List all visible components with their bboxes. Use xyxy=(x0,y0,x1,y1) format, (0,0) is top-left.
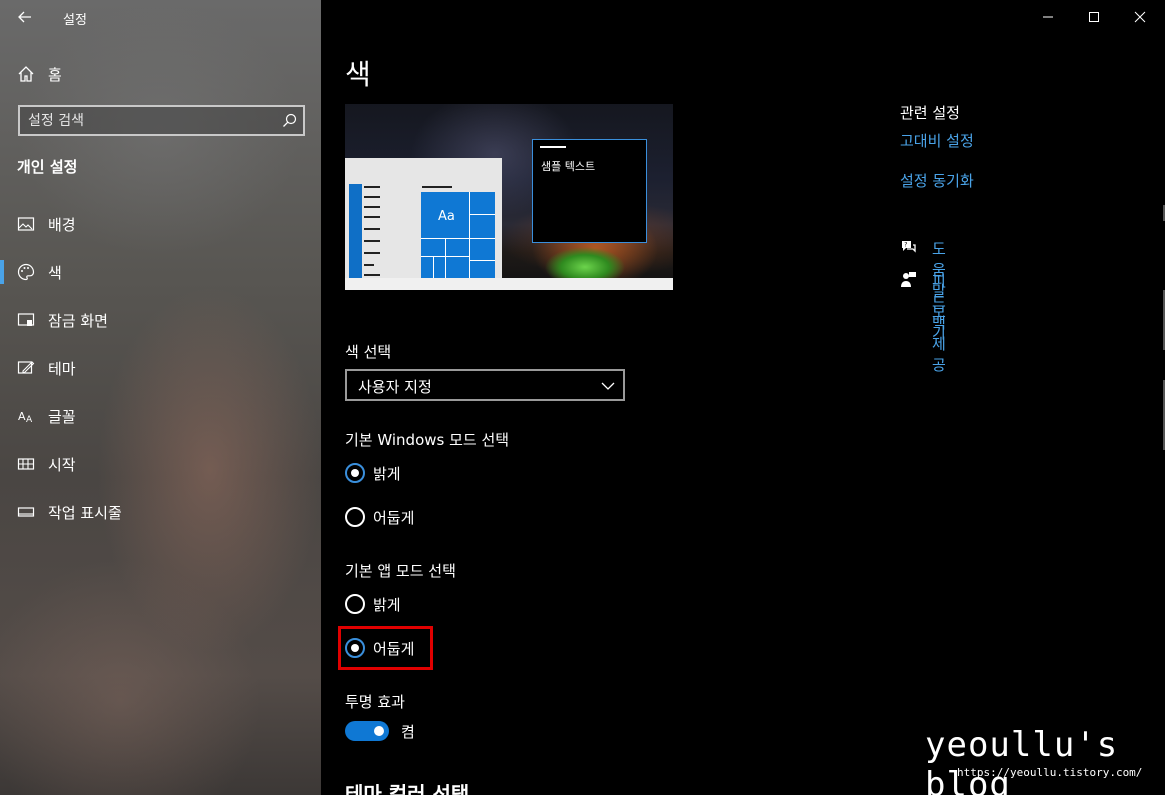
transparency-label: 투명 효과 xyxy=(345,693,405,711)
minimize-button[interactable] xyxy=(1025,0,1071,34)
toggle-knob xyxy=(374,726,384,736)
theme-icon xyxy=(17,361,35,374)
search-box[interactable] xyxy=(18,105,305,136)
annotation-highlight-box xyxy=(338,626,433,670)
svg-text:A: A xyxy=(18,410,26,423)
sidebar-item-home[interactable]: 홈 xyxy=(0,58,321,90)
sidebar-item-label: 글꼴 xyxy=(48,408,76,426)
back-arrow-icon xyxy=(18,11,31,23)
lock-screen-icon xyxy=(17,313,35,326)
preview-start-column xyxy=(349,184,362,278)
svg-text:A: A xyxy=(26,415,33,425)
tile-divider xyxy=(469,260,495,261)
preview-dark-window-line xyxy=(540,146,566,148)
watermark-url: https://yeoullu.tistory.com/ xyxy=(957,766,1143,779)
font-icon: AA xyxy=(18,410,33,425)
sidebar-item-label: 색 xyxy=(48,264,62,282)
sidebar-item-taskbar[interactable]: 작업 표시줄 xyxy=(0,492,321,532)
titlebar-left: 설정 xyxy=(0,0,321,34)
sidebar-item-background[interactable]: 배경 xyxy=(0,204,321,244)
preview-tent-glow xyxy=(545,242,625,282)
sidebar-item-colors[interactable]: 색 xyxy=(0,252,321,292)
image-icon xyxy=(17,217,35,231)
preview-taskbar xyxy=(345,278,673,290)
feedback-link-label: 피드백 제공 xyxy=(932,272,946,374)
dropdown-value: 사용자 지정 xyxy=(358,378,432,396)
sidebar: 설정 홈 개인 설정 배경 색 잠금 화면 테마 AA 글꼴 시작 작업 표시줄 xyxy=(0,0,321,795)
windows-mode-light-radio[interactable]: 밝게 xyxy=(345,461,465,485)
windows-mode-label: 기본 Windows 모드 선택 xyxy=(345,431,510,449)
sidebar-item-label: 홈 xyxy=(48,66,62,84)
app-mode-label: 기본 앱 모드 선택 xyxy=(345,562,456,580)
active-indicator xyxy=(0,260,4,284)
sidebar-item-start[interactable]: 시작 xyxy=(0,444,321,484)
palette-icon xyxy=(17,263,35,281)
color-choice-label: 색 선택 xyxy=(345,343,392,361)
back-button[interactable] xyxy=(14,6,36,28)
radio-circle xyxy=(345,507,365,527)
taskbar-icon xyxy=(17,507,35,517)
tile-divider xyxy=(421,256,469,257)
radio-circle xyxy=(345,594,365,614)
preview-sample-text: 샘플 텍스트 xyxy=(541,160,596,173)
app-mode-light-radio[interactable]: 밝게 xyxy=(345,592,465,616)
maximize-button[interactable] xyxy=(1071,0,1117,34)
app-title: 설정 xyxy=(63,13,87,28)
help-chat-icon: ? xyxy=(902,241,916,253)
tile-divider xyxy=(469,214,495,215)
sidebar-item-lock-screen[interactable]: 잠금 화면 xyxy=(0,300,321,340)
sidebar-item-label: 테마 xyxy=(48,360,76,378)
theme-preview: Aa 샘플 텍스트 xyxy=(345,104,673,290)
preview-dark-window: 샘플 텍스트 xyxy=(532,139,647,243)
transparency-state-label: 켬 xyxy=(401,723,415,741)
close-button[interactable] xyxy=(1117,0,1163,34)
sidebar-item-themes[interactable]: 테마 xyxy=(0,348,321,388)
home-icon xyxy=(18,66,34,82)
search-input[interactable] xyxy=(28,110,278,132)
tile-divider xyxy=(421,238,495,239)
sidebar-item-label: 잠금 화면 xyxy=(48,312,108,330)
tile-divider xyxy=(469,192,470,278)
windows-mode-dark-radio[interactable]: 어둡게 xyxy=(345,505,465,529)
color-choice-dropdown[interactable]: 사용자 지정 xyxy=(345,369,625,401)
section-title: 개인 설정 xyxy=(17,158,78,176)
sidebar-item-label: 작업 표시줄 xyxy=(48,504,122,522)
sidebar-item-fonts[interactable]: AA 글꼴 xyxy=(0,396,321,436)
tile-divider xyxy=(445,238,446,278)
preview-tile-text: Aa xyxy=(438,209,455,224)
start-icon xyxy=(17,458,35,470)
minimize-icon xyxy=(1043,16,1053,18)
radio-label: 밝게 xyxy=(373,465,401,483)
page-title: 색 xyxy=(345,58,371,91)
watermark-text: yeoullu's blog xyxy=(925,725,1119,795)
feedback-icon xyxy=(901,272,916,287)
accent-section-heading: 테마 컬러 선택 xyxy=(345,782,470,795)
sync-settings-link[interactable]: 설정 동기화 xyxy=(900,170,974,191)
close-icon xyxy=(1134,11,1146,23)
tile-divider xyxy=(433,256,434,278)
sidebar-item-label: 배경 xyxy=(48,216,76,234)
related-settings-title: 관련 설정 xyxy=(900,104,960,122)
high-contrast-link[interactable]: 고대비 설정 xyxy=(900,130,974,151)
radio-label: 밝게 xyxy=(373,596,401,614)
radio-circle xyxy=(345,463,365,483)
chevron-down-icon xyxy=(601,382,615,390)
radio-label: 어둡게 xyxy=(373,509,415,527)
sidebar-item-label: 시작 xyxy=(48,456,76,474)
maximize-icon xyxy=(1089,12,1099,22)
svg-text:?: ? xyxy=(904,242,907,249)
transparency-toggle[interactable] xyxy=(345,721,389,741)
search-icon[interactable] xyxy=(282,113,297,128)
